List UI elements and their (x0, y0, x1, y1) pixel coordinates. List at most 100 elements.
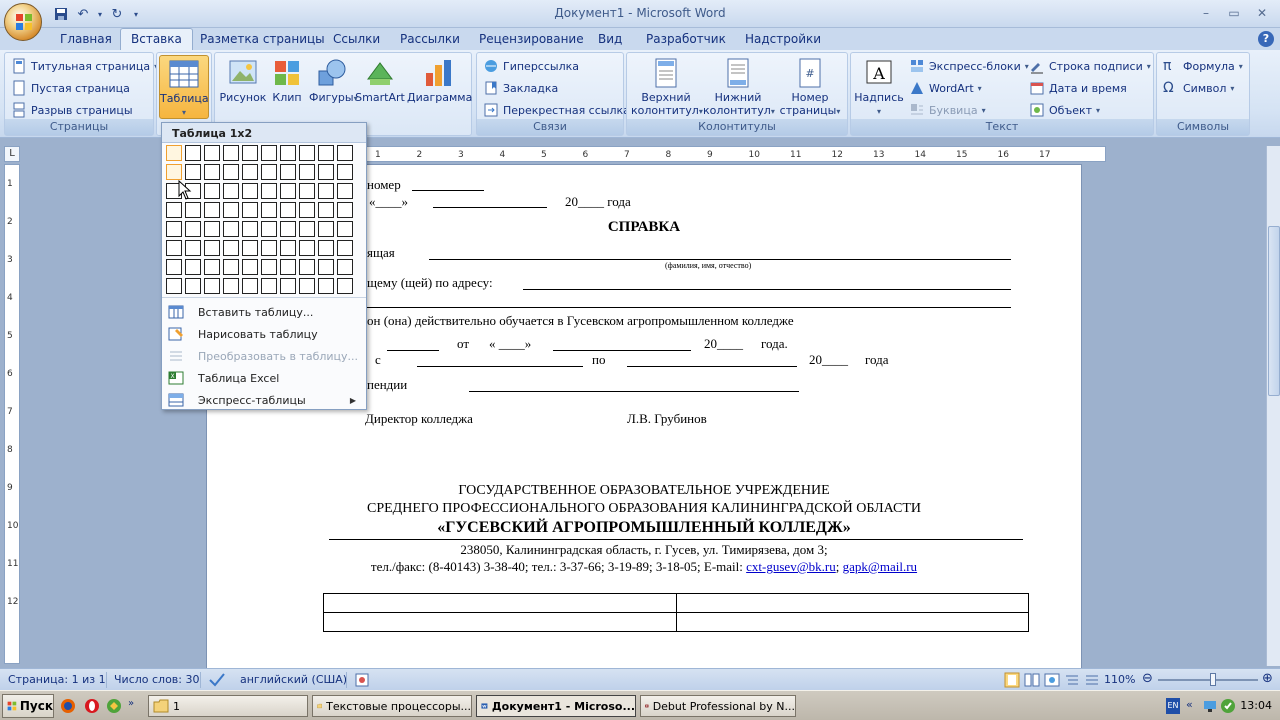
firefox-icon[interactable] (60, 698, 76, 714)
table-cell[interactable] (323, 593, 677, 613)
table-grid-cell[interactable] (261, 278, 277, 294)
ruler-toggle-icon[interactable]: L (4, 146, 20, 162)
wordart-button[interactable]: WordArt ▾ (909, 78, 982, 98)
table-grid-cell[interactable] (166, 164, 182, 180)
draft-view-icon[interactable] (1084, 672, 1100, 688)
table-grid-cell[interactable] (280, 278, 296, 294)
table-grid-cell[interactable] (299, 202, 315, 218)
hyperlink-button[interactable]: Гиперссылка (483, 56, 579, 76)
dropcap-button[interactable]: Буквица ▾ (909, 100, 986, 120)
table-grid-cell[interactable] (242, 202, 258, 218)
table-grid-cell[interactable] (318, 202, 334, 218)
table-grid-cell[interactable] (204, 145, 220, 161)
print-layout-icon[interactable] (1004, 672, 1020, 688)
table-menu-item[interactable]: Экспресс-таблицы ▶ (164, 389, 364, 411)
table-grid-cell[interactable] (166, 259, 182, 275)
table-grid-cell[interactable] (166, 240, 182, 256)
zoom-slider-thumb[interactable] (1209, 673, 1216, 686)
start-button[interactable]: Пуск (2, 694, 54, 718)
table-grid-cell[interactable] (337, 164, 353, 180)
object-button[interactable]: Объект ▾ (1029, 100, 1100, 120)
table-grid-cell[interactable] (242, 240, 258, 256)
table-grid-cell[interactable] (242, 183, 258, 199)
quick-launch-more-icon[interactable]: » (128, 698, 144, 714)
table-grid-cell[interactable] (261, 240, 277, 256)
table-grid-cell[interactable] (204, 202, 220, 218)
table-grid-cell[interactable] (242, 278, 258, 294)
page-break-button[interactable]: Разрыв страницы (11, 100, 133, 120)
tab-mailings[interactable]: Рассылки (400, 32, 460, 46)
table-menu-item[interactable]: Нарисовать таблицу (164, 323, 364, 345)
table-grid-cell[interactable] (280, 145, 296, 161)
doc-email-1[interactable]: cxt-gusev@bk.ru (746, 559, 836, 574)
zoom-out-icon[interactable]: ⊖ (1142, 671, 1153, 686)
table-grid-cell[interactable] (185, 278, 201, 294)
table-grid-cell[interactable] (166, 221, 182, 237)
table-grid-cell[interactable] (166, 145, 182, 161)
table-grid-cell[interactable] (318, 221, 334, 237)
table-grid-cell[interactable] (242, 164, 258, 180)
table-grid-cell[interactable] (261, 259, 277, 275)
table-grid-cell[interactable] (223, 183, 239, 199)
table-grid-cell[interactable] (185, 259, 201, 275)
table-grid-cell[interactable] (299, 240, 315, 256)
table-grid-cell[interactable] (242, 259, 258, 275)
table-cell[interactable] (675, 593, 1029, 613)
bookmark-button[interactable]: Закладка (483, 78, 558, 98)
table-cell[interactable] (323, 612, 677, 632)
table-grid-cell[interactable] (280, 240, 296, 256)
task-recorder[interactable]: Debut Professional by N... (640, 695, 796, 717)
table-grid-cell[interactable] (185, 221, 201, 237)
table-grid-cell[interactable] (299, 259, 315, 275)
proofing-icon[interactable] (208, 672, 226, 688)
zoom-in-icon[interactable]: ⊕ (1262, 671, 1273, 686)
tab-review[interactable]: Рецензирование (479, 32, 584, 46)
table-grid-cell[interactable] (242, 145, 258, 161)
table-grid-cell[interactable] (166, 278, 182, 294)
table-grid-cell[interactable] (261, 145, 277, 161)
table-grid-cell[interactable] (185, 202, 201, 218)
table-grid-cell[interactable] (185, 240, 201, 256)
table-grid-cell[interactable] (337, 259, 353, 275)
table-grid-cell[interactable] (223, 259, 239, 275)
footer-button[interactable]: Нижний колонтитул▾ (703, 55, 775, 117)
table-grid-cell[interactable] (318, 145, 334, 161)
table-grid-cell[interactable] (318, 164, 334, 180)
web-layout-icon[interactable] (1044, 672, 1060, 688)
table-grid-cell[interactable] (280, 202, 296, 218)
table-grid-cell[interactable] (337, 145, 353, 161)
table-grid-cell[interactable] (204, 221, 220, 237)
table-cell[interactable] (675, 612, 1029, 632)
table-grid-cell[interactable] (261, 202, 277, 218)
office-button[interactable] (4, 3, 42, 41)
table-grid-cell[interactable] (204, 164, 220, 180)
task-word[interactable]: W Документ1 - Microso... (476, 695, 636, 717)
table-grid-cell[interactable] (318, 259, 334, 275)
minimize-button[interactable]: – (1194, 4, 1218, 22)
table-grid-cell[interactable] (261, 164, 277, 180)
table-grid-cell[interactable] (223, 278, 239, 294)
help-icon[interactable]: ? (1258, 31, 1274, 47)
clipart-button[interactable]: Клип (265, 55, 309, 117)
table-grid-cell[interactable] (242, 221, 258, 237)
table-grid-cell[interactable] (299, 164, 315, 180)
cross-reference-button[interactable]: Перекрестная ссылка (483, 100, 630, 120)
table-grid-cell[interactable] (337, 183, 353, 199)
language-indicator[interactable]: EN (1166, 698, 1180, 714)
tab-developer[interactable]: Разработчик (646, 32, 726, 46)
network-icon[interactable] (1202, 698, 1218, 714)
table-grid-cell[interactable] (185, 164, 201, 180)
vertical-scrollbar[interactable] (1266, 146, 1280, 666)
table-grid-cell[interactable] (337, 240, 353, 256)
cover-page-button[interactable]: Титульная страница▾ (11, 56, 158, 76)
table-grid-cell[interactable] (299, 145, 315, 161)
table-grid-cell[interactable] (299, 221, 315, 237)
tab-references[interactable]: Ссылки (333, 32, 380, 46)
quick-parts-button[interactable]: Экспресс-блоки ▾ (909, 56, 1029, 76)
table-grid-cell[interactable] (318, 278, 334, 294)
maximize-button[interactable]: ▭ (1222, 4, 1246, 22)
table-grid-cell[interactable] (223, 240, 239, 256)
macro-record-icon[interactable] (354, 672, 370, 688)
opera-icon[interactable] (84, 698, 100, 714)
table-grid-cell[interactable] (261, 183, 277, 199)
